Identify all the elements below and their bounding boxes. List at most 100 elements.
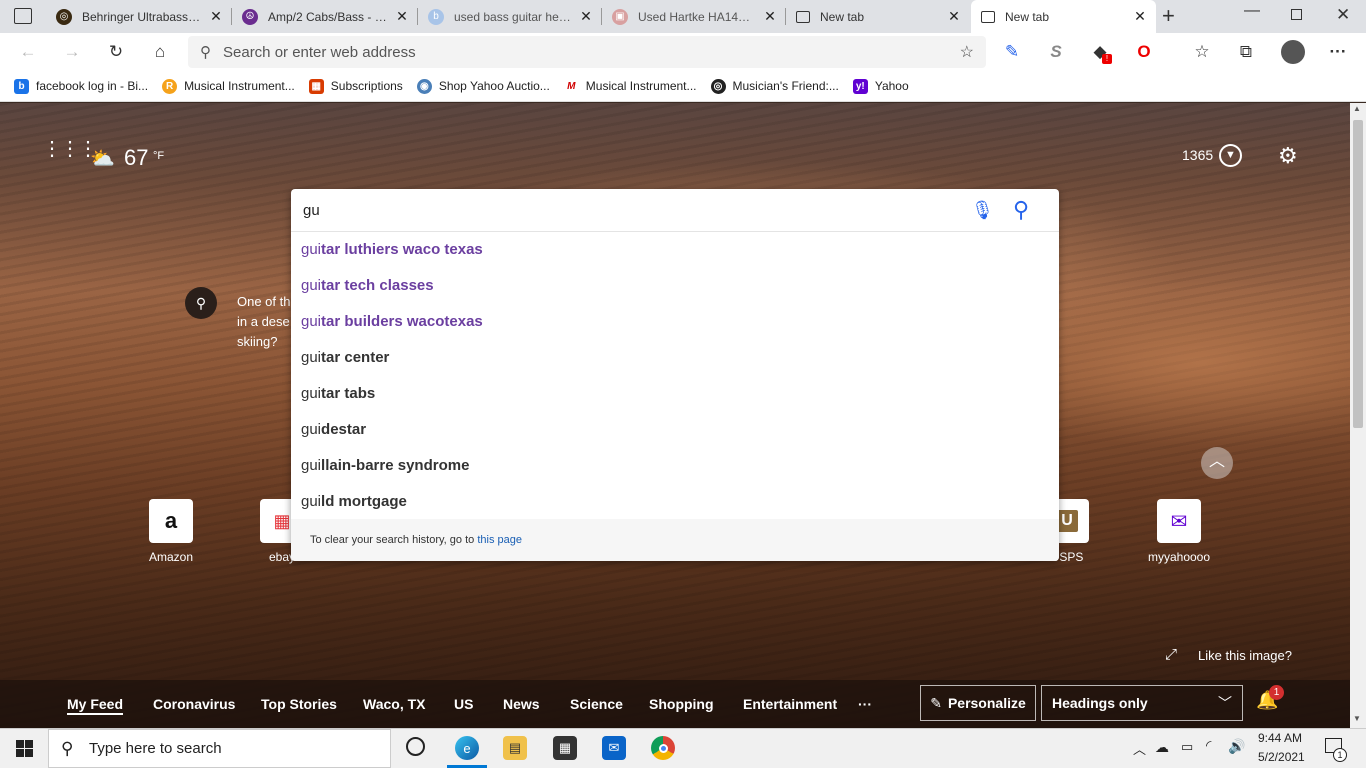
scroll-top-button[interactable]: ︿ (1201, 447, 1233, 479)
suggestion-item[interactable]: guitar tabs (301, 376, 375, 412)
feed-more-icon[interactable]: ··· (858, 696, 872, 712)
tab-hartke[interactable]: ▣ Used Hartke HA1400 B ✕ (602, 0, 786, 33)
trivia-line-2[interactable]: in a dese (237, 314, 290, 329)
taskbar-search[interactable]: ⚲ Type here to search (48, 729, 391, 768)
suggestion-item[interactable]: guillain-barre syndrome (301, 448, 469, 484)
tab-new-tab-active[interactable]: New tab ✕ (971, 0, 1156, 33)
show-hidden-icons[interactable]: ︿ (1133, 739, 1146, 758)
clock-time[interactable]: 9:44 AM (1258, 731, 1302, 745)
avatar[interactable] (1281, 40, 1305, 64)
usps-logo-icon: U (1056, 510, 1078, 532)
suggestion-item[interactable]: guitar tech classes (301, 268, 434, 304)
store-icon[interactable]: ▦ (553, 736, 577, 760)
maximize-button[interactable] (1291, 9, 1302, 20)
feed-tab-waco[interactable]: Waco, TX (363, 696, 426, 712)
tile-amazon[interactable]: a (149, 499, 193, 543)
favorite-facebook[interactable]: b facebook log in - Bi... (14, 78, 148, 94)
tab-favicon: ▣ (612, 8, 628, 25)
volume-icon[interactable]: 🔊 (1228, 738, 1245, 755)
trivia-line-1[interactable]: One of th (237, 294, 290, 309)
close-icon[interactable]: ✕ (762, 8, 778, 25)
clock-date[interactable]: 5/2/2021 (1258, 750, 1305, 764)
weather-temp[interactable]: 67 (124, 145, 148, 171)
favorites-icon[interactable]: ☆ (1190, 40, 1214, 64)
feed-tab-my-feed[interactable]: My Feed (67, 696, 124, 715)
windows-start-icon[interactable] (16, 740, 33, 757)
opera-icon[interactable]: O (1132, 40, 1156, 64)
close-icon[interactable]: ✕ (394, 8, 410, 25)
tab-behringer[interactable]: ◎ Behringer Ultrabass BX ✕ (46, 0, 232, 33)
tile-myyahoooo[interactable]: ✉ (1157, 499, 1201, 543)
more-menu-icon[interactable]: ··· (1326, 40, 1350, 64)
feed-tab-coronavirus[interactable]: Coronavirus (153, 696, 235, 712)
tab-favicon: ☮ (242, 8, 258, 25)
feed-tab-science[interactable]: Science (570, 696, 623, 712)
clear-history-link[interactable]: this page (477, 534, 522, 546)
forward-icon[interactable]: → (60, 40, 84, 64)
tab-used-bass[interactable]: b used bass guitar head ✕ (418, 0, 602, 33)
favorite-yahoo-auctions[interactable]: ◉ Shop Yahoo Auctio... (416, 78, 550, 94)
suggestion-item[interactable]: guild mortgage (301, 484, 407, 520)
feed-tab-news[interactable]: News (503, 696, 540, 712)
task-view-icon[interactable] (406, 737, 425, 756)
tab-amp-cabs[interactable]: ☮ Amp/2 Cabs/Bass - mu ✕ (232, 0, 418, 33)
collections-icon[interactable]: ⧉ (1234, 40, 1258, 64)
extension-badge: ! (1102, 54, 1112, 64)
home-icon[interactable]: ⌂ (148, 40, 172, 64)
feed-tab-us[interactable]: US (454, 696, 473, 712)
chrome-icon[interactable] (651, 736, 675, 760)
tab-actions-icon[interactable] (14, 8, 32, 24)
scroll-down-arrow[interactable]: ▼ (1353, 714, 1361, 723)
onedrive-icon[interactable]: ☁ (1155, 739, 1169, 756)
close-window-button[interactable]: ✕ (1336, 5, 1350, 25)
mail-icon[interactable]: ✉ (602, 736, 626, 760)
trivia-search-icon[interactable]: ⚲ (185, 287, 217, 319)
suggestion-item[interactable]: guidestar (301, 412, 366, 448)
extension-s-icon[interactable]: S (1044, 40, 1068, 64)
tab-title: Amp/2 Cabs/Bass - mu (268, 9, 388, 24)
favorite-musical-instrument[interactable]: M Musical Instrument... (564, 79, 696, 94)
address-bar[interactable]: ⚲ Search or enter web address ☆ (188, 36, 986, 68)
wifi-icon[interactable]: ◜ (1206, 737, 1211, 754)
extension-pen-icon[interactable]: ✎ (1000, 40, 1024, 64)
settings-gear-icon[interactable]: ⚙ (1278, 143, 1298, 169)
close-icon[interactable]: ✕ (578, 8, 594, 25)
chevron-down-icon: ﹀ (1218, 695, 1232, 711)
close-icon[interactable]: ✕ (208, 8, 224, 25)
feed-tab-entertainment[interactable]: Entertainment (743, 696, 837, 712)
close-icon[interactable]: ✕ (946, 8, 962, 25)
microphone-icon[interactable]: 🎙 (971, 200, 994, 221)
favorite-reverb[interactable]: R Musical Instrument... (162, 78, 295, 94)
search-submit-icon[interactable]: ⚲ (1013, 197, 1029, 223)
edge-icon[interactable]: e (455, 736, 479, 760)
battery-icon[interactable]: ▭ (1181, 739, 1193, 755)
like-image-link[interactable]: Like this image? (1198, 648, 1292, 663)
scroll-up-arrow[interactable]: ▲ (1353, 104, 1361, 113)
favorite-label: Subscriptions (330, 79, 403, 93)
favorite-musicians-friend[interactable]: ◎ Musician's Friend:... (710, 78, 839, 94)
suggestion-item[interactable]: guitar center (301, 340, 389, 376)
tab-new-tab-1[interactable]: New tab ✕ (786, 0, 970, 33)
rewards-icon[interactable]: ▼ (1219, 144, 1242, 167)
scrollbar-thumb[interactable] (1353, 120, 1363, 428)
apps-grid-icon[interactable]: ⋮⋮⋮ (42, 139, 98, 159)
minimize-button[interactable]: — (1244, 2, 1260, 20)
expand-icon[interactable]: ⤢ (1165, 646, 1177, 663)
search-input[interactable]: gu 🎙 ⚲ (291, 189, 1059, 232)
back-icon[interactable]: ← (16, 40, 40, 64)
refresh-icon[interactable]: ↻ (104, 40, 128, 64)
favorite-subscriptions[interactable]: ▦ Subscriptions (308, 78, 403, 94)
new-tab-button[interactable]: + (1162, 3, 1175, 29)
feed-tab-top-stories[interactable]: Top Stories (261, 696, 337, 712)
rewards-points[interactable]: 1365 (1182, 147, 1213, 163)
trivia-line-3[interactable]: skiing? (237, 334, 277, 349)
headings-dropdown[interactable]: Headings only ﹀ (1041, 685, 1243, 721)
suggestion-item[interactable]: guitar luthiers waco texas (301, 232, 483, 268)
add-favorite-icon[interactable]: ☆ (960, 42, 974, 62)
close-icon[interactable]: ✕ (1132, 8, 1148, 25)
favorite-yahoo[interactable]: y! Yahoo (852, 78, 909, 94)
feed-tab-shopping[interactable]: Shopping (649, 696, 714, 712)
personalize-button[interactable]: ✎ Personalize (920, 685, 1036, 721)
file-explorer-icon[interactable]: ▤ (503, 736, 527, 760)
suggestion-item[interactable]: guitar builders wacotexas (301, 304, 483, 340)
